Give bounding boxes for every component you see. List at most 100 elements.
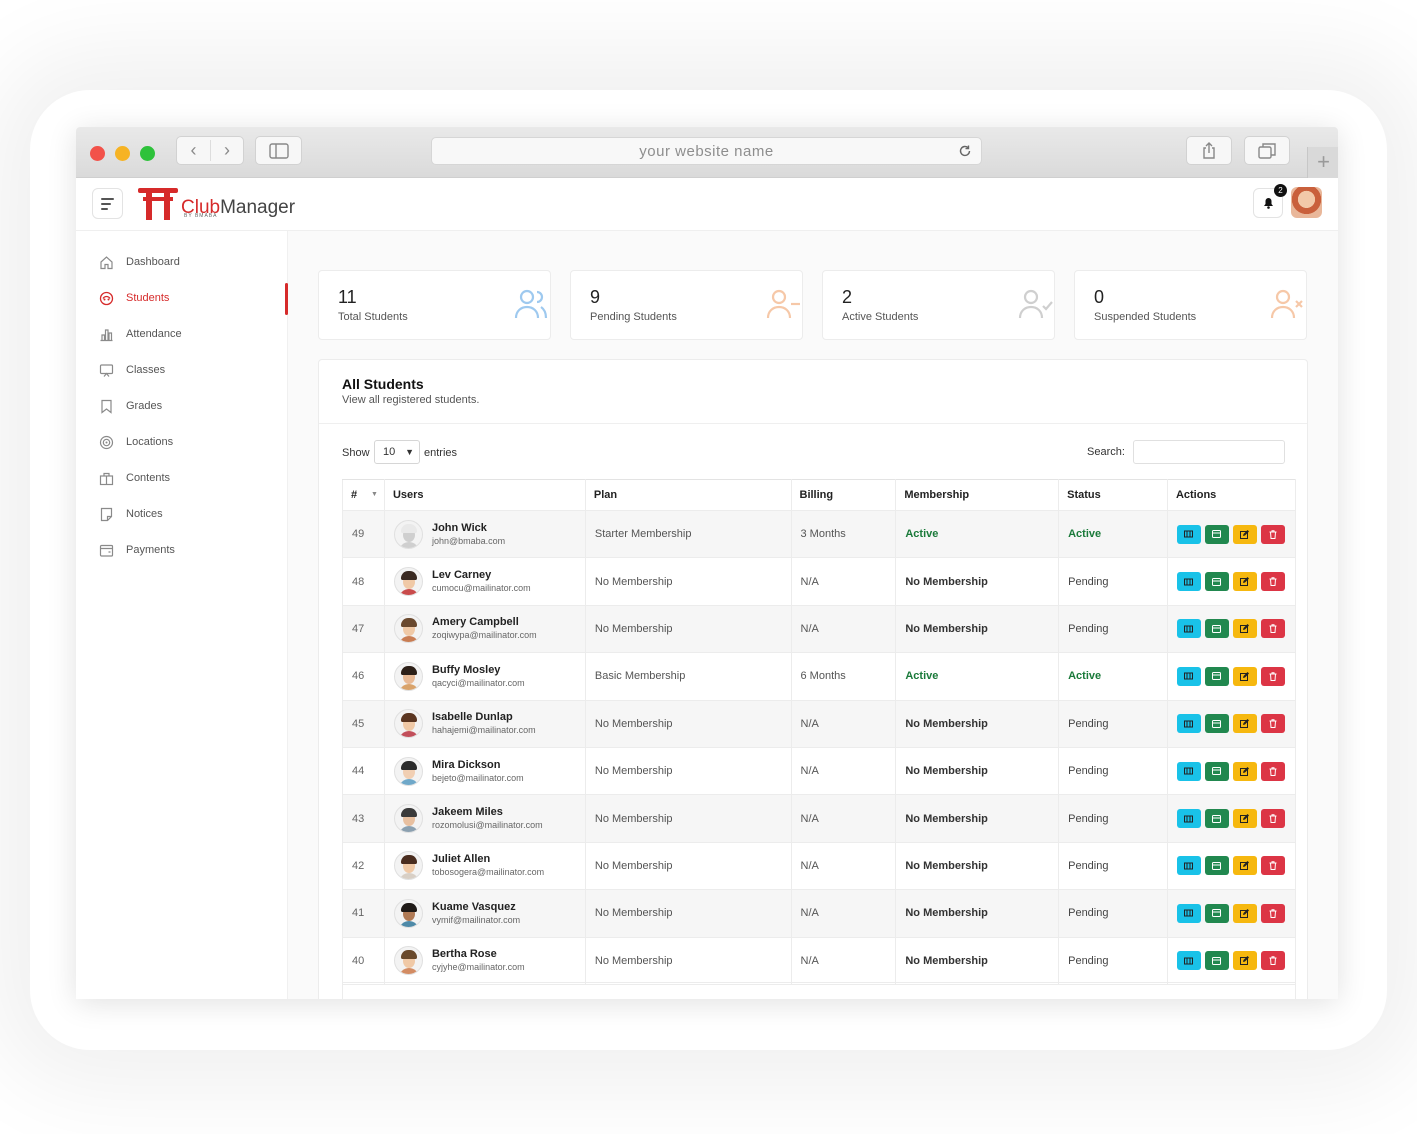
user-name[interactable]: Isabelle Dunlap [432,710,536,724]
membership-cell: No Membership [895,937,1060,985]
close-window-button[interactable] [90,146,105,161]
delete-button[interactable] [1260,619,1285,639]
view-id-button[interactable] [1176,714,1201,734]
trash-icon [1269,672,1277,681]
view-id-button[interactable] [1176,524,1201,544]
view-id-button[interactable] [1176,951,1201,971]
url-text: your website name [639,143,774,160]
column-header-status[interactable]: Status [1058,479,1168,511]
payment-button[interactable] [1204,524,1229,544]
payment-button[interactable] [1204,951,1229,971]
sidebar-item-dashboard[interactable]: Dashboard [76,244,287,280]
stat-label: Suspended Students [1094,311,1197,323]
billing-cell: N/A [790,842,897,891]
edit-button[interactable] [1232,524,1257,544]
forward-button[interactable]: › [209,140,243,161]
delete-button[interactable] [1260,903,1285,923]
view-id-button[interactable] [1176,761,1201,781]
delete-button[interactable] [1260,572,1285,592]
edit-button[interactable] [1232,856,1257,876]
sidebar-item-locations[interactable]: Locations [76,424,287,460]
sidebar-item-classes[interactable]: Classes [76,352,287,388]
sidebar-item-grades[interactable]: Grades [76,388,287,424]
browser-toolbar: ‹ › your website name + [76,127,1338,178]
avatar [393,898,423,928]
user-name[interactable]: Juliet Allen [432,852,544,866]
user-avatar[interactable] [1291,187,1322,218]
delete-button[interactable] [1260,856,1285,876]
payment-button[interactable] [1204,856,1229,876]
user-name[interactable]: Jakeem Miles [432,805,543,819]
delete-button[interactable] [1260,951,1285,971]
column-header-membership[interactable]: Membership [895,479,1060,511]
user-name[interactable]: Lev Carney [432,568,531,582]
view-id-button[interactable] [1176,903,1201,923]
column-header-number[interactable]: # ▼ [342,479,385,511]
column-header-users[interactable]: Users [383,479,586,511]
column-header-billing[interactable]: Billing [790,479,897,511]
share-button[interactable] [1186,136,1232,165]
membership-cell: No Membership [895,557,1060,606]
reload-icon[interactable] [958,138,972,167]
view-id-button[interactable] [1176,809,1201,829]
back-button[interactable]: ‹ [177,140,210,161]
payment-button[interactable] [1204,903,1229,923]
view-id-button[interactable] [1176,856,1201,876]
card-header: All Students View all registered student… [319,360,1307,424]
edit-button[interactable] [1232,572,1257,592]
edit-button[interactable] [1232,619,1257,639]
address-bar[interactable]: your website name [431,137,982,165]
membership-cell: Active [895,510,1060,559]
table-row: 49 John Wick john@bmaba.com Starter Memb… [342,510,1297,559]
user-name[interactable]: Bertha Rose [432,947,525,961]
user-name[interactable]: Amery Campbell [432,615,537,629]
user-name[interactable]: Buffy Mosley [432,663,525,677]
trash-icon [1269,766,1277,776]
payment-button[interactable] [1204,714,1229,734]
edit-button[interactable] [1232,666,1257,686]
new-tab-button[interactable]: + [1307,147,1338,178]
minimize-window-button[interactable] [115,146,130,161]
menu-toggle-button[interactable] [92,188,123,219]
tabs-overview-button[interactable] [1244,136,1290,165]
sidebar-item-contents[interactable]: Contents [76,460,287,496]
delete-button[interactable] [1260,809,1285,829]
sidebar-item-attendance[interactable]: Attendance [76,316,287,352]
maximize-window-button[interactable] [140,146,155,161]
column-header-plan[interactable]: Plan [584,479,792,511]
sidebar-item-notices[interactable]: Notices [76,496,287,532]
edit-button[interactable] [1232,951,1257,971]
table-row: 43 Jakeem Miles rozomolusi@mailinator.co… [342,794,1297,843]
view-id-button[interactable] [1176,666,1201,686]
delete-button[interactable] [1260,761,1285,781]
delete-button[interactable] [1260,714,1285,734]
view-id-button[interactable] [1176,619,1201,639]
sidebar-item-students[interactable]: Students [76,280,288,316]
edit-button[interactable] [1232,809,1257,829]
notifications-button[interactable]: 2 [1253,184,1287,218]
view-id-button[interactable] [1176,572,1201,592]
edit-button[interactable] [1232,714,1257,734]
plan-cell: No Membership [584,794,792,843]
delete-button[interactable] [1260,666,1285,686]
entries-select[interactable]: 10 ▼ [374,440,420,464]
sidebar-toggle-button[interactable] [255,136,302,165]
user-name[interactable]: John Wick [432,521,505,535]
table-row: 40 Bertha Rose cyjyhe@mailinator.com No … [342,937,1297,985]
edit-button[interactable] [1232,761,1257,781]
delete-button[interactable] [1260,524,1285,544]
payment-button[interactable] [1204,809,1229,829]
user-name[interactable]: Kuame Vasquez [432,900,520,914]
user-cell: Buffy Mosley qacyci@mailinator.com [383,652,586,701]
club-manager-logo[interactable]: ClubManager BY BMABA [138,186,295,220]
user-name[interactable]: Mira Dickson [432,758,524,772]
payment-button[interactable] [1204,666,1229,686]
wallet-icon [1212,577,1222,586]
search-input[interactable] [1133,440,1285,464]
edit-button[interactable] [1232,903,1257,923]
sidebar-item-payments[interactable]: Payments [76,532,287,568]
target-icon [98,434,115,451]
payment-button[interactable] [1204,572,1229,592]
payment-button[interactable] [1204,761,1229,781]
payment-button[interactable] [1204,619,1229,639]
